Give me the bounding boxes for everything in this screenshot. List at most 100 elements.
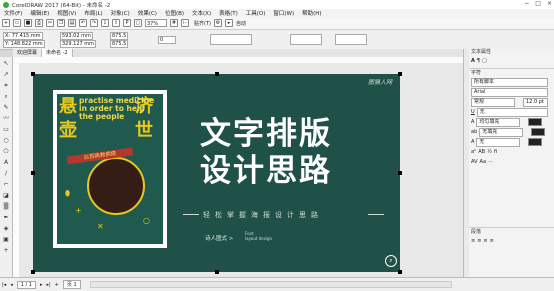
- print-icon[interactable]: ⎙: [35, 19, 43, 27]
- object-style-box[interactable]: [210, 34, 252, 45]
- align-left-icon[interactable]: ≡: [471, 238, 475, 244]
- new-document-icon[interactable]: +: [2, 19, 10, 27]
- outline-select[interactable]: 无: [476, 137, 521, 147]
- page-tab[interactable]: 页 1: [62, 280, 81, 289]
- grid-icon[interactable]: #: [170, 19, 178, 27]
- rectangle-tool-icon[interactable]: ▭: [2, 126, 10, 134]
- text-tool-icon[interactable]: A: [2, 159, 10, 167]
- poster-artwork[interactable]: 图猫人网 悬 壶 济 世 practise medicine in order …: [33, 74, 400, 272]
- font-style-select[interactable]: 常规: [471, 97, 515, 107]
- character-section-header[interactable]: 字符: [469, 68, 554, 77]
- font-select[interactable]: Arial: [471, 87, 548, 97]
- background-fill-select[interactable]: 无填充: [479, 127, 524, 137]
- smart-fill-icon[interactable]: ▣: [2, 236, 10, 244]
- drop-shadow-icon[interactable]: ◪: [2, 192, 10, 200]
- connector-tool-icon[interactable]: ⌐: [2, 181, 10, 189]
- underline-icon[interactable]: U: [471, 109, 475, 115]
- case-icon[interactable]: AB: [478, 149, 485, 155]
- width-field[interactable]: 593.02 mm: [60, 32, 93, 40]
- position-icon[interactable]: Aa: [480, 159, 486, 165]
- eyedropper-tool-icon[interactable]: ✒: [2, 214, 10, 222]
- polygon-tool-icon[interactable]: ⬠: [2, 148, 10, 156]
- y-position-field[interactable]: Y: 148.822 mm: [3, 40, 45, 48]
- shape-tool-icon[interactable]: ↗: [2, 71, 10, 79]
- auto-select[interactable]: 自动: [236, 20, 246, 27]
- menu-object[interactable]: 对象(C): [107, 9, 134, 17]
- artistic-media-icon[interactable]: 〰: [2, 115, 10, 123]
- minimize-button[interactable]: −: [524, 0, 529, 7]
- outline-icon[interactable]: A: [471, 139, 474, 145]
- options-gear-icon[interactable]: ⚙: [213, 19, 222, 27]
- zoom-tool-icon[interactable]: ⌕: [2, 93, 10, 101]
- order-box[interactable]: [335, 34, 367, 45]
- ligature-icon[interactable]: fi: [494, 149, 497, 155]
- drawing-canvas[interactable]: 图猫人网 悬 壶 济 世 practise medicine in order …: [19, 63, 463, 277]
- kerning-icon[interactable]: AV: [471, 159, 478, 165]
- export-icon[interactable]: ⇧: [112, 19, 120, 27]
- justify-icon[interactable]: ≡: [490, 238, 494, 244]
- menu-tools[interactable]: 工具(O): [242, 9, 270, 17]
- angle-field[interactable]: 0: [158, 36, 176, 44]
- copy-icon[interactable]: ❐: [57, 19, 65, 27]
- save-icon[interactable]: ■: [24, 19, 32, 27]
- undo-icon[interactable]: ↶: [79, 19, 87, 27]
- selection-handle[interactable]: [215, 72, 219, 76]
- x-position-field[interactable]: X: 77.415 mm: [3, 32, 43, 40]
- background-color-swatch[interactable]: [531, 128, 546, 136]
- import-icon[interactable]: ⇩: [101, 19, 109, 27]
- menu-window[interactable]: 窗口(W): [269, 9, 298, 17]
- outline-color-swatch[interactable]: [528, 138, 543, 146]
- tab-welcome[interactable]: 欢迎屏幕: [13, 49, 43, 57]
- selection-handle[interactable]: [31, 270, 35, 274]
- align-right-icon[interactable]: ≡: [483, 238, 487, 244]
- scale-y-field[interactable]: 875.5: [110, 40, 129, 48]
- full-screen-icon[interactable]: ▢: [134, 19, 142, 27]
- freehand-tool-icon[interactable]: ✎: [2, 104, 10, 112]
- menu-bitmaps[interactable]: 位图(B): [161, 9, 188, 17]
- crop-tool-icon[interactable]: ⌗: [2, 82, 10, 90]
- frame-icon[interactable]: ▢: [482, 58, 487, 64]
- maximize-button[interactable]: □: [535, 0, 541, 7]
- menu-edit[interactable]: 编辑(E): [26, 9, 53, 17]
- menu-help[interactable]: 帮助(H): [298, 9, 325, 17]
- parallel-dimension-icon[interactable]: ∕: [2, 170, 10, 178]
- tab-untitled-2[interactable]: 未命名 -2: [42, 49, 73, 57]
- menu-effects[interactable]: 效果(C): [134, 9, 161, 17]
- selection-handle[interactable]: [398, 171, 402, 175]
- font-size-field[interactable]: 12.0 pt: [523, 97, 548, 107]
- menu-file[interactable]: 文件(F): [0, 9, 26, 17]
- last-page-icon[interactable]: ▸|: [46, 282, 50, 288]
- cut-icon[interactable]: ✂: [46, 19, 54, 27]
- horizontal-scrollbar[interactable]: [90, 281, 452, 288]
- selection-handle[interactable]: [398, 270, 402, 274]
- menu-text[interactable]: 文本(X): [188, 9, 215, 17]
- menu-table[interactable]: 表格(T): [215, 9, 242, 17]
- fill-type-select[interactable]: 均匀填充: [476, 117, 521, 127]
- fill-color-swatch[interactable]: [528, 118, 543, 126]
- snap-to-dropdown[interactable]: 贴齐(T): [194, 20, 211, 27]
- add-tool-icon[interactable]: +: [2, 247, 10, 255]
- rulers-icon[interactable]: ⊢: [181, 19, 189, 27]
- next-page-icon[interactable]: ▸: [40, 282, 43, 288]
- height-field[interactable]: 329.127 mm: [60, 40, 97, 48]
- align-center-icon[interactable]: ≡: [477, 238, 481, 244]
- pick-tool-icon[interactable]: ↖: [2, 60, 10, 68]
- selection-handle[interactable]: [31, 171, 35, 175]
- add-page-icon[interactable]: +: [55, 282, 59, 288]
- paragraph-icon[interactable]: ¶: [477, 58, 480, 64]
- redo-icon[interactable]: ↷: [90, 19, 98, 27]
- first-page-icon[interactable]: |◂: [2, 282, 6, 288]
- background-icon[interactable]: ab: [471, 129, 477, 135]
- paragraph-section-header[interactable]: 段落: [469, 227, 554, 236]
- selection-handle[interactable]: [215, 270, 219, 274]
- superscript-icon[interactable]: aᵇ: [471, 149, 476, 155]
- more-icon[interactable]: ⋯: [488, 159, 493, 165]
- launch-icon[interactable]: ▸: [224, 19, 233, 27]
- numeric-icon[interactable]: ½: [487, 149, 492, 155]
- paste-icon[interactable]: ▤: [68, 19, 76, 27]
- publish-pdf-icon[interactable]: P: [123, 19, 131, 27]
- text-a-icon[interactable]: A: [471, 58, 475, 64]
- interactive-fill-icon[interactable]: ◈: [2, 225, 10, 233]
- fill-icon[interactable]: A: [471, 119, 474, 125]
- close-button[interactable]: ×: [547, 0, 552, 7]
